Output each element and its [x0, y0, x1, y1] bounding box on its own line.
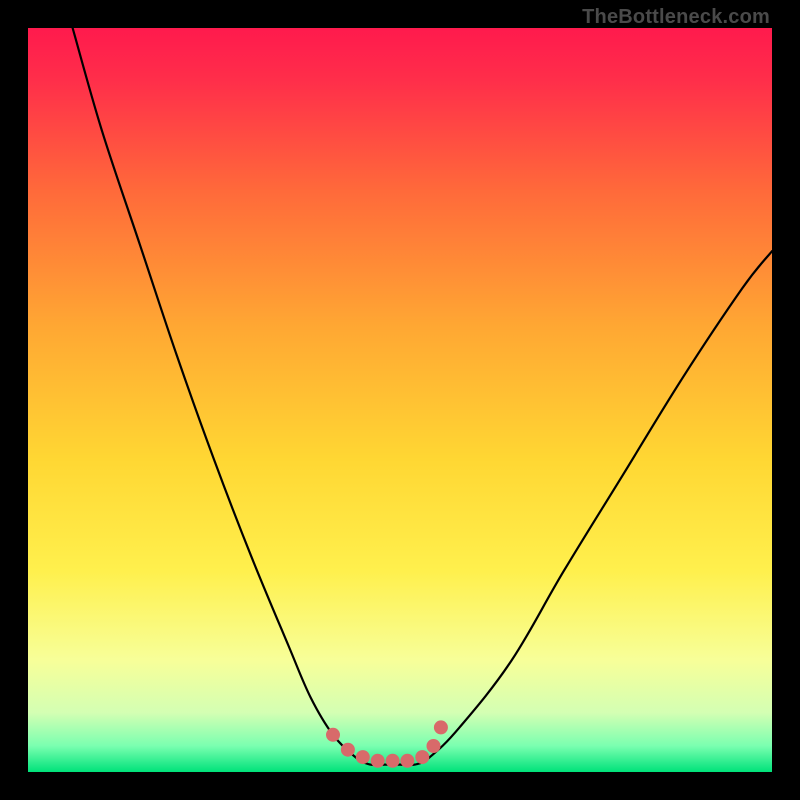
sweet-spot-dot: [434, 720, 448, 734]
sweet-spot-dot: [371, 754, 385, 768]
sweet-spot-dot: [341, 743, 355, 757]
plot-area: [28, 28, 772, 772]
sweet-spot-dot: [415, 750, 429, 764]
sweet-spot-dot: [386, 754, 400, 768]
sweet-spot-dot: [326, 728, 340, 742]
watermark-text: TheBottleneck.com: [582, 6, 770, 29]
chart-svg: [28, 28, 772, 772]
sweet-spot-dot: [356, 750, 370, 764]
gradient-background: [28, 28, 772, 772]
chart-frame: TheBottleneck.com: [0, 0, 800, 800]
sweet-spot-dot: [427, 739, 441, 753]
sweet-spot-dot: [400, 754, 414, 768]
